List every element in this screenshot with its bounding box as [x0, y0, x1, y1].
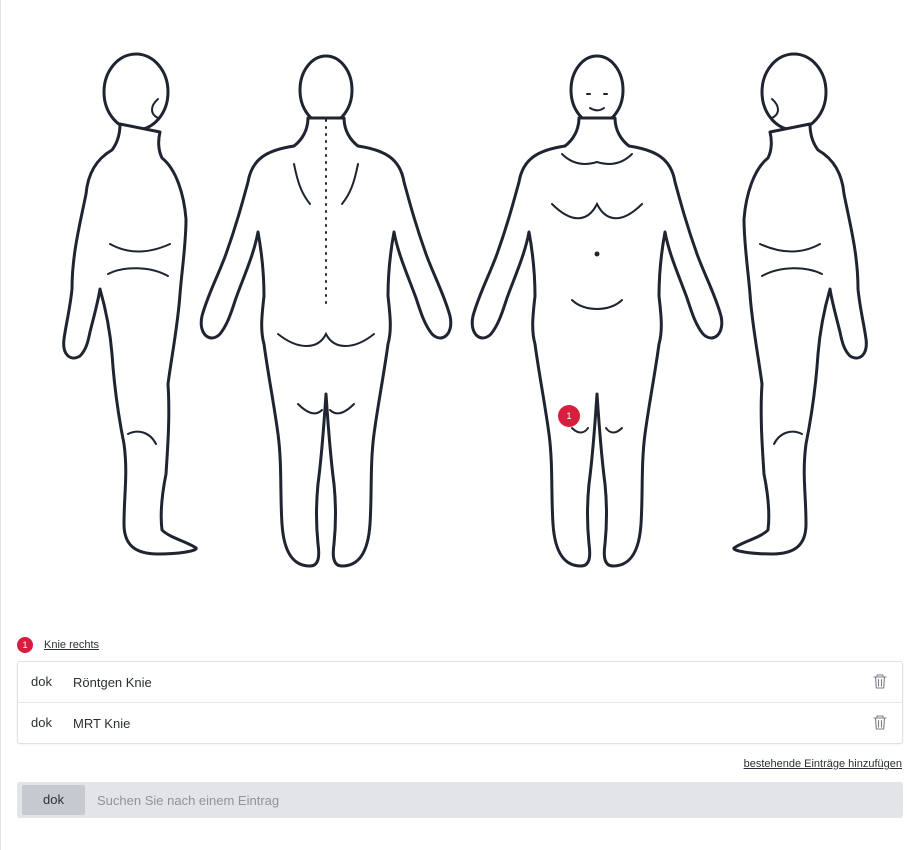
trash-icon[interactable] — [873, 715, 887, 730]
body-figure-front[interactable]: 1 — [470, 54, 724, 570]
entry-title[interactable]: MRT Knie — [73, 716, 130, 731]
body-map-marker[interactable]: 1 — [558, 405, 580, 427]
region-link[interactable]: Knie rechts — [44, 639, 99, 651]
add-existing-entries-link[interactable]: bestehende Einträge hinzufügen — [744, 758, 902, 770]
trash-icon[interactable] — [873, 674, 887, 689]
search-input[interactable] — [85, 784, 903, 816]
region-number-badge: 1 — [17, 637, 33, 653]
region-header: 1 Knie rechts — [17, 637, 99, 653]
body-figure-back[interactable] — [198, 54, 454, 570]
entries-list: dok Röntgen Knie dok MRT Knie — [17, 661, 903, 744]
entry-type-select[interactable]: dok — [22, 785, 85, 815]
body-figure-side-right[interactable] — [732, 52, 872, 564]
body-map: 1 — [40, 40, 880, 590]
body-figure-side-left[interactable] — [58, 52, 198, 564]
entry-title[interactable]: Röntgen Knie — [73, 675, 152, 690]
entry-type-label: dok — [31, 673, 52, 689]
left-border — [0, 0, 1, 850]
entry-type-label: dok — [31, 714, 52, 730]
entry-row[interactable]: dok Röntgen Knie — [18, 662, 902, 703]
entry-row[interactable]: dok MRT Knie — [18, 703, 902, 743]
search-bar: dok — [17, 782, 903, 818]
